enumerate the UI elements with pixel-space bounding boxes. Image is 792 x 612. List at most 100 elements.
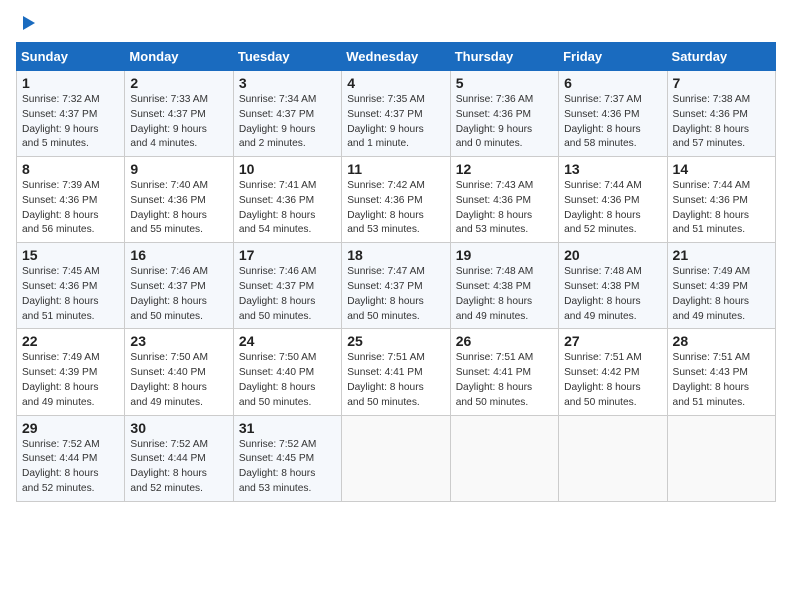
day-info: Sunrise: 7:48 AMSunset: 4:38 PMDaylight:… <box>456 265 553 324</box>
day-number: 17 <box>239 247 336 263</box>
day-info: Sunrise: 7:52 AMSunset: 4:44 PMDaylight:… <box>22 438 119 497</box>
calendar-cell: 29Sunrise: 7:52 AMSunset: 4:44 PMDayligh… <box>17 415 125 501</box>
day-number: 20 <box>564 247 661 263</box>
calendar-week-row: 1 Sunrise: 7:32 AMSunset: 4:37 PMDaylight… <box>17 71 776 157</box>
calendar-cell: 24 Sunrise: 7:50 AMSunset: 4:40 PMDayligh… <box>233 329 341 415</box>
calendar-cell: 31 Sunrise: 7:52 AMSunset: 4:45 PMDayligh… <box>233 415 341 501</box>
calendar-week-row: 22 Sunrise: 7:49 AMSunset: 4:39 PMDayligh… <box>17 329 776 415</box>
calendar-cell: 12 Sunrise: 7:43 AMSunset: 4:36 PMDayligh… <box>450 157 558 243</box>
calendar-cell: 27 Sunrise: 7:51 AMSunset: 4:42 PMDayligh… <box>559 329 667 415</box>
calendar-cell: 26 Sunrise: 7:51 AMSunset: 4:41 PMDayligh… <box>450 329 558 415</box>
day-info: Sunrise: 7:41 AMSunset: 4:36 PMDaylight:… <box>239 179 336 238</box>
day-number: 19 <box>456 247 553 263</box>
day-number: 6 <box>564 75 661 91</box>
calendar-cell: 22 Sunrise: 7:49 AMSunset: 4:39 PMDayligh… <box>17 329 125 415</box>
logo <box>16 16 35 30</box>
day-number: 3 <box>239 75 336 91</box>
day-number: 13 <box>564 161 661 177</box>
day-number: 16 <box>130 247 227 263</box>
calendar-cell: 28 Sunrise: 7:51 AMSunset: 4:43 PMDayligh… <box>667 329 775 415</box>
calendar-cell <box>450 415 558 501</box>
calendar-cell: 17 Sunrise: 7:46 AMSunset: 4:37 PMDayligh… <box>233 243 341 329</box>
day-number: 1 <box>22 75 119 91</box>
logo-arrow-icon <box>23 16 35 30</box>
calendar-cell: 15 Sunrise: 7:45 AMSunset: 4:36 PMDayligh… <box>17 243 125 329</box>
weekday-header-friday: Friday <box>559 43 667 71</box>
day-number: 5 <box>456 75 553 91</box>
calendar-cell: 8 Sunrise: 7:39 AMSunset: 4:36 PMDaylight… <box>17 157 125 243</box>
day-info: Sunrise: 7:34 AMSunset: 4:37 PMDaylight:… <box>239 93 336 152</box>
calendar-cell: 6 Sunrise: 7:37 AMSunset: 4:36 PMDaylight… <box>559 71 667 157</box>
day-info: Sunrise: 7:38 AMSunset: 4:36 PMDaylight:… <box>673 93 770 152</box>
day-info: Sunrise: 7:49 AMSunset: 4:39 PMDaylight:… <box>22 351 119 410</box>
day-info: Sunrise: 7:51 AMSunset: 4:41 PMDaylight:… <box>456 351 553 410</box>
calendar-header-row: SundayMondayTuesdayWednesdayThursdayFrid… <box>17 43 776 71</box>
calendar-cell: 2 Sunrise: 7:33 AMSunset: 4:37 PMDaylight… <box>125 71 233 157</box>
calendar-cell <box>342 415 450 501</box>
day-number: 12 <box>456 161 553 177</box>
day-info: Sunrise: 7:48 AMSunset: 4:38 PMDaylight:… <box>564 265 661 324</box>
day-info: Sunrise: 7:52 AMSunset: 4:44 PMDaylight:… <box>130 438 227 497</box>
day-info: Sunrise: 7:51 AMSunset: 4:41 PMDaylight:… <box>347 351 444 410</box>
day-info: Sunrise: 7:45 AMSunset: 4:36 PMDaylight:… <box>22 265 119 324</box>
day-number: 30 <box>130 420 227 436</box>
day-number: 22 <box>22 333 119 349</box>
day-number: 4 <box>347 75 444 91</box>
day-number: 27 <box>564 333 661 349</box>
day-info: Sunrise: 7:36 AMSunset: 4:36 PMDaylight:… <box>456 93 553 152</box>
day-info: Sunrise: 7:52 AMSunset: 4:45 PMDaylight:… <box>239 438 336 497</box>
day-info: Sunrise: 7:51 AMSunset: 4:43 PMDaylight:… <box>673 351 770 410</box>
day-info: Sunrise: 7:44 AMSunset: 4:36 PMDaylight:… <box>564 179 661 238</box>
day-number: 23 <box>130 333 227 349</box>
day-info: Sunrise: 7:49 AMSunset: 4:39 PMDaylight:… <box>673 265 770 324</box>
calendar-cell: 1 Sunrise: 7:32 AMSunset: 4:37 PMDaylight… <box>17 71 125 157</box>
calendar-cell: 14 Sunrise: 7:44 AMSunset: 4:36 PMDayligh… <box>667 157 775 243</box>
calendar-cell: 4Sunrise: 7:35 AMSunset: 4:37 PMDaylight… <box>342 71 450 157</box>
calendar-cell: 9 Sunrise: 7:40 AMSunset: 4:36 PMDaylight… <box>125 157 233 243</box>
calendar-cell: 11 Sunrise: 7:42 AMSunset: 4:36 PMDayligh… <box>342 157 450 243</box>
day-info: Sunrise: 7:47 AMSunset: 4:37 PMDaylight:… <box>347 265 444 324</box>
calendar-week-row: 15 Sunrise: 7:45 AMSunset: 4:36 PMDayligh… <box>17 243 776 329</box>
weekday-header-thursday: Thursday <box>450 43 558 71</box>
day-info: Sunrise: 7:50 AMSunset: 4:40 PMDaylight:… <box>239 351 336 410</box>
calendar-cell: 7Sunrise: 7:38 AMSunset: 4:36 PMDaylight… <box>667 71 775 157</box>
day-info: Sunrise: 7:39 AMSunset: 4:36 PMDaylight:… <box>22 179 119 238</box>
calendar-cell: 18 Sunrise: 7:47 AMSunset: 4:37 PMDayligh… <box>342 243 450 329</box>
calendar-week-row: 8 Sunrise: 7:39 AMSunset: 4:36 PMDaylight… <box>17 157 776 243</box>
day-number: 8 <box>22 161 119 177</box>
calendar-cell: 30 Sunrise: 7:52 AMSunset: 4:44 PMDayligh… <box>125 415 233 501</box>
day-info: Sunrise: 7:43 AMSunset: 4:36 PMDaylight:… <box>456 179 553 238</box>
day-number: 24 <box>239 333 336 349</box>
day-info: Sunrise: 7:51 AMSunset: 4:42 PMDaylight:… <box>564 351 661 410</box>
day-info: Sunrise: 7:50 AMSunset: 4:40 PMDaylight:… <box>130 351 227 410</box>
day-number: 26 <box>456 333 553 349</box>
calendar-cell <box>667 415 775 501</box>
day-number: 10 <box>239 161 336 177</box>
day-number: 18 <box>347 247 444 263</box>
day-number: 11 <box>347 161 444 177</box>
day-info: Sunrise: 7:40 AMSunset: 4:36 PMDaylight:… <box>130 179 227 238</box>
calendar-cell: 3 Sunrise: 7:34 AMSunset: 4:37 PMDaylight… <box>233 71 341 157</box>
day-number: 15 <box>22 247 119 263</box>
day-info: Sunrise: 7:42 AMSunset: 4:36 PMDaylight:… <box>347 179 444 238</box>
calendar-cell: 13 Sunrise: 7:44 AMSunset: 4:36 PMDayligh… <box>559 157 667 243</box>
day-number: 2 <box>130 75 227 91</box>
calendar-cell: 16Sunrise: 7:46 AMSunset: 4:37 PMDayligh… <box>125 243 233 329</box>
day-number: 9 <box>130 161 227 177</box>
day-info: Sunrise: 7:33 AMSunset: 4:37 PMDaylight:… <box>130 93 227 152</box>
calendar-cell: 5 Sunrise: 7:36 AMSunset: 4:36 PMDaylight… <box>450 71 558 157</box>
day-number: 21 <box>673 247 770 263</box>
weekday-header-wednesday: Wednesday <box>342 43 450 71</box>
page-header <box>16 16 776 30</box>
day-number: 14 <box>673 161 770 177</box>
weekday-header-monday: Monday <box>125 43 233 71</box>
day-info: Sunrise: 7:44 AMSunset: 4:36 PMDaylight:… <box>673 179 770 238</box>
weekday-header-sunday: Sunday <box>17 43 125 71</box>
day-number: 28 <box>673 333 770 349</box>
weekday-header-tuesday: Tuesday <box>233 43 341 71</box>
day-info: Sunrise: 7:37 AMSunset: 4:36 PMDaylight:… <box>564 93 661 152</box>
calendar-cell: 25Sunrise: 7:51 AMSunset: 4:41 PMDayligh… <box>342 329 450 415</box>
day-info: Sunrise: 7:46 AMSunset: 4:37 PMDaylight:… <box>239 265 336 324</box>
day-number: 31 <box>239 420 336 436</box>
day-info: Sunrise: 7:32 AMSunset: 4:37 PMDaylight:… <box>22 93 119 152</box>
